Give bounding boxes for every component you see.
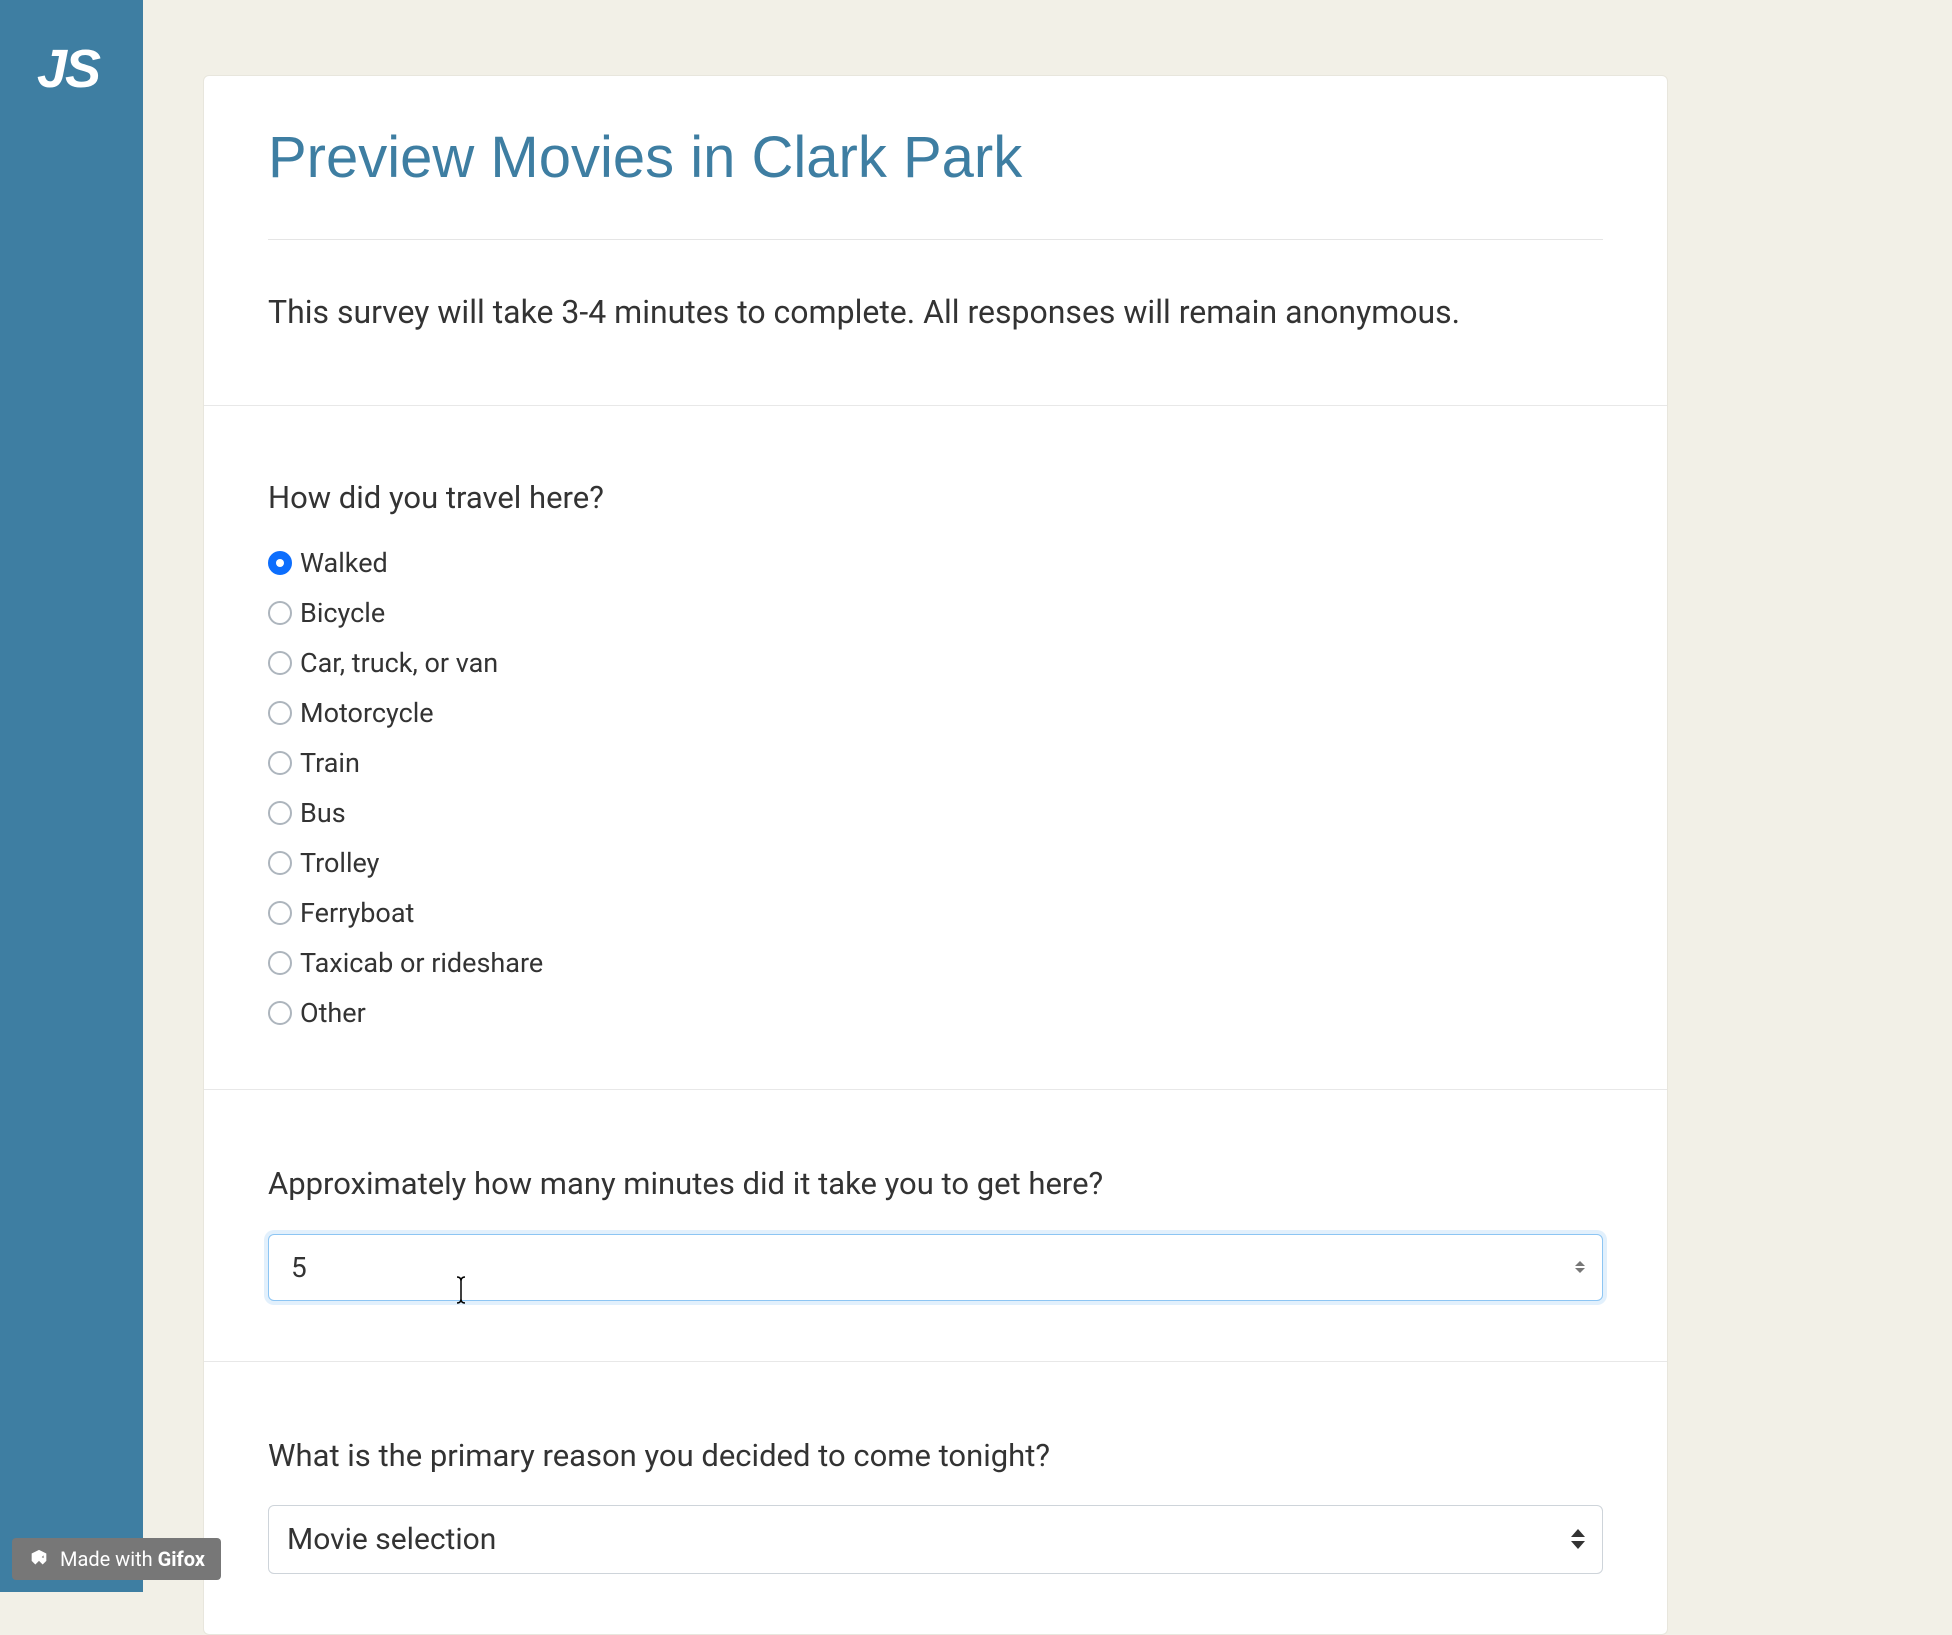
radio-option-walked[interactable]: Walked xyxy=(268,547,1603,579)
radio-input[interactable] xyxy=(268,601,292,625)
radio-group-travel: Walked Bicycle Car, truck, or van Motorc… xyxy=(268,547,1603,1029)
survey-intro: This survey will take 3-4 minutes to com… xyxy=(268,290,1603,335)
question-label: Approximately how many minutes did it ta… xyxy=(268,1162,1603,1205)
radio-option-motorcycle[interactable]: Motorcycle xyxy=(268,697,1603,729)
fox-icon xyxy=(28,1548,50,1570)
radio-input[interactable] xyxy=(268,951,292,975)
title-divider xyxy=(268,239,1603,240)
radio-label: Ferryboat xyxy=(300,897,414,929)
radio-label: Car, truck, or van xyxy=(300,647,498,679)
radio-label: Other xyxy=(300,997,366,1029)
reason-select[interactable]: Movie selection xyxy=(268,1505,1603,1574)
survey-card: Preview Movies in Clark Park This survey… xyxy=(203,75,1668,1635)
radio-input[interactable] xyxy=(268,801,292,825)
radio-input[interactable] xyxy=(268,1001,292,1025)
radio-label: Taxicab or rideshare xyxy=(300,947,543,979)
radio-option-car[interactable]: Car, truck, or van xyxy=(268,647,1603,679)
logo: JS xyxy=(0,0,143,100)
question-label: How did you travel here? xyxy=(268,476,1603,519)
sidebar: JS xyxy=(0,0,143,1592)
radio-option-bicycle[interactable]: Bicycle xyxy=(268,597,1603,629)
gifox-badge[interactable]: Made with Gifox xyxy=(12,1538,221,1580)
radio-label: Bus xyxy=(300,797,346,829)
radio-input[interactable] xyxy=(268,551,292,575)
radio-input[interactable] xyxy=(268,901,292,925)
radio-input[interactable] xyxy=(268,701,292,725)
radio-option-bus[interactable]: Bus xyxy=(268,797,1603,829)
radio-label: Walked xyxy=(300,547,388,579)
survey-header: Preview Movies in Clark Park This survey… xyxy=(204,76,1667,406)
number-input-wrapper xyxy=(268,1234,1603,1301)
radio-option-train[interactable]: Train xyxy=(268,747,1603,779)
radio-label: Motorcycle xyxy=(300,697,434,729)
radio-label: Trolley xyxy=(300,847,379,879)
radio-input[interactable] xyxy=(268,851,292,875)
question-travel: How did you travel here? Walked Bicycle … xyxy=(204,406,1667,1090)
radio-input[interactable] xyxy=(268,751,292,775)
survey-title: Preview Movies in Clark Park xyxy=(268,124,1603,191)
radio-label: Train xyxy=(300,747,360,779)
radio-option-other[interactable]: Other xyxy=(268,997,1603,1029)
question-reason: What is the primary reason you decided t… xyxy=(204,1362,1667,1574)
question-minutes: Approximately how many minutes did it ta… xyxy=(204,1090,1667,1361)
radio-option-trolley[interactable]: Trolley xyxy=(268,847,1603,879)
question-label: What is the primary reason you decided t… xyxy=(268,1434,1603,1477)
radio-option-taxicab[interactable]: Taxicab or rideshare xyxy=(268,947,1603,979)
radio-input[interactable] xyxy=(268,651,292,675)
minutes-input[interactable] xyxy=(268,1234,1603,1301)
gifox-text: Made with Gifox xyxy=(60,1547,205,1571)
select-wrapper: Movie selection xyxy=(268,1505,1603,1574)
radio-label: Bicycle xyxy=(300,597,385,629)
radio-option-ferryboat[interactable]: Ferryboat xyxy=(268,897,1603,929)
